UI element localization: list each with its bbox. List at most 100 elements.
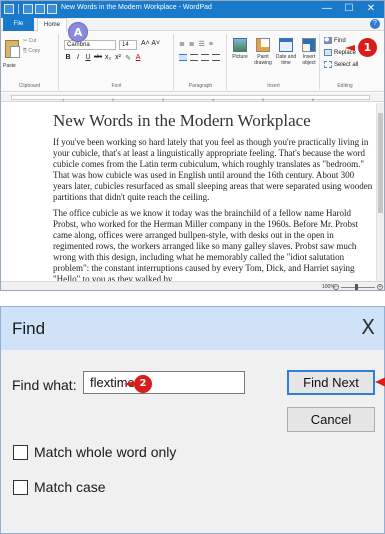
- align-left-icon[interactable]: [179, 54, 187, 61]
- zoom-slider-thumb[interactable]: [355, 284, 358, 290]
- select-all-label: Select all: [334, 61, 359, 68]
- window-title: New Words in the Modern Workplace - Word…: [61, 4, 212, 11]
- find-button[interactable]: Find: [324, 37, 346, 44]
- paint-drawing-icon: [256, 38, 270, 52]
- ribbon-tab-bar: File Home ?: [1, 18, 384, 32]
- underline-button[interactable]: U: [84, 54, 92, 62]
- vertical-scrollbar[interactable]: [376, 103, 384, 281]
- paint-drawing-label: Paint drawing: [254, 54, 272, 66]
- find-next-button[interactable]: Find Next: [287, 370, 375, 395]
- app-icon[interactable]: [4, 4, 14, 14]
- paste-icon[interactable]: [4, 38, 20, 60]
- checkbox-box[interactable]: [13, 479, 28, 495]
- font-size-select[interactable]: 14: [119, 40, 137, 50]
- copy-label: Copy: [28, 48, 41, 54]
- strikethrough-button[interactable]: abc: [94, 54, 102, 62]
- undo-icon[interactable]: [35, 4, 45, 14]
- justify-icon[interactable]: [212, 54, 220, 61]
- italic-button[interactable]: I: [74, 54, 82, 62]
- replace-icon: [324, 49, 332, 56]
- ruler-tick: 2: [112, 97, 115, 102]
- picture-label: Picture: [232, 54, 248, 60]
- find-label: Find: [334, 37, 346, 44]
- callout-arrow: [124, 381, 134, 387]
- cut-label: Cut: [28, 38, 37, 44]
- zoom-in-button[interactable]: +: [377, 284, 383, 290]
- match-whole-word-checkbox[interactable]: Match whole word only: [13, 444, 176, 460]
- close-window-button[interactable]: ✕: [360, 1, 382, 17]
- paint-drawing-button[interactable]: Paint drawing: [252, 38, 274, 66]
- close-icon[interactable]: X: [361, 315, 375, 339]
- zoom-slider[interactable]: [341, 287, 375, 288]
- qat-separator: [18, 4, 19, 14]
- ruler-track: 1 2 3 4 5 6: [11, 95, 370, 102]
- align-center-icon[interactable]: [190, 54, 198, 61]
- scrollbar-thumb[interactable]: [378, 113, 383, 213]
- document-content[interactable]: New Words in the Modern Workplace If you…: [53, 111, 375, 290]
- date-time-label: Date and time: [275, 54, 297, 66]
- callout-a: A: [68, 22, 88, 42]
- find-dialog: Find X Find what: 2 Find Next Cancel Mat…: [0, 306, 385, 534]
- document-paragraph: If you've been working so hard lately th…: [53, 137, 373, 202]
- redo-icon[interactable]: [47, 4, 57, 14]
- insert-group-label: Insert: [267, 83, 280, 89]
- match-case-checkbox[interactable]: Match case: [13, 479, 106, 495]
- insert-object-button[interactable]: Insert object: [298, 38, 320, 66]
- callout-2: 2: [134, 375, 152, 393]
- wordpad-window: New Words in the Modern Workplace - Word…: [0, 0, 385, 291]
- ruler[interactable]: 1 2 3 4 5 6: [1, 93, 384, 102]
- select-all-button[interactable]: Select all: [324, 61, 358, 68]
- subscript-button[interactable]: x₂: [104, 54, 112, 62]
- find-what-input[interactable]: [83, 371, 245, 394]
- find-what-label: Find what:: [12, 377, 77, 393]
- status-bar: 100% − +: [1, 281, 384, 290]
- font-family-select[interactable]: Cambria: [64, 40, 116, 50]
- bold-button[interactable]: B: [64, 54, 72, 62]
- binoculars-icon: [324, 37, 332, 44]
- find-dialog-title: Find: [12, 319, 46, 338]
- zoom-out-button[interactable]: −: [333, 284, 339, 290]
- font-color-button[interactable]: A: [134, 54, 142, 62]
- highlight-icon[interactable]: ✎: [124, 54, 132, 62]
- select-all-icon: [324, 61, 332, 68]
- tab-home[interactable]: Home: [37, 18, 67, 32]
- cancel-button[interactable]: Cancel: [287, 407, 375, 432]
- alignment-buttons: [179, 54, 220, 61]
- font-group: Cambria 14 A˄ A˅ B I U abc x₂ x² ✎ A Fon…: [60, 34, 174, 90]
- clipboard-group-label: Clipboard: [18, 83, 41, 89]
- paste-button[interactable]: Paste: [3, 63, 16, 69]
- match-case-label: Match case: [34, 479, 106, 495]
- callout-arrow: [375, 377, 385, 387]
- copy-button[interactable]: ⎘ Copy: [23, 48, 40, 54]
- callout-1: 1: [358, 38, 377, 57]
- checkbox-box[interactable]: [13, 444, 28, 460]
- calendar-icon: [279, 38, 293, 52]
- save-icon[interactable]: [23, 4, 33, 14]
- insert-object-label: Insert object: [302, 54, 316, 66]
- superscript-button[interactable]: x²: [114, 54, 122, 62]
- ribbon: Paste ✂ Cut ⎘ Copy Clipboard Cambria 14 …: [1, 32, 384, 92]
- minimize-button[interactable]: —: [316, 1, 338, 17]
- paragraph-group-label: Paragraph: [188, 83, 213, 89]
- editing-group-label: Editing: [337, 83, 353, 89]
- help-icon[interactable]: ?: [370, 19, 380, 29]
- document-area[interactable]: New Words in the Modern Workplace If you…: [1, 103, 384, 284]
- paragraph-group: ≣ ≣ ☰ ≡ Paragraph: [175, 34, 227, 90]
- callout-arrow: [345, 45, 355, 51]
- maximize-button[interactable]: ☐: [338, 1, 360, 17]
- ruler-tick: 6: [312, 97, 315, 102]
- picture-button[interactable]: Picture: [229, 38, 251, 60]
- grow-shrink-font-buttons[interactable]: A˄ A˅: [141, 40, 160, 47]
- cut-button[interactable]: ✂ Cut: [23, 38, 36, 44]
- ruler-tick: 1: [62, 97, 65, 102]
- align-right-icon[interactable]: [201, 54, 209, 61]
- tab-file[interactable]: File: [3, 18, 34, 31]
- document-paragraph: The office cubicle as we know it today w…: [53, 208, 358, 284]
- list-indent-buttons[interactable]: ≣ ≣ ☰ ≡: [179, 40, 214, 48]
- clipboard-group: Paste ✂ Cut ⎘ Copy Clipboard: [1, 34, 59, 90]
- find-dialog-titlebar: Find X: [1, 307, 384, 350]
- date-time-button[interactable]: Date and time: [275, 38, 297, 66]
- font-group-label: Font: [111, 83, 122, 89]
- object-icon: [302, 38, 316, 52]
- quick-access-toolbar: [4, 4, 57, 14]
